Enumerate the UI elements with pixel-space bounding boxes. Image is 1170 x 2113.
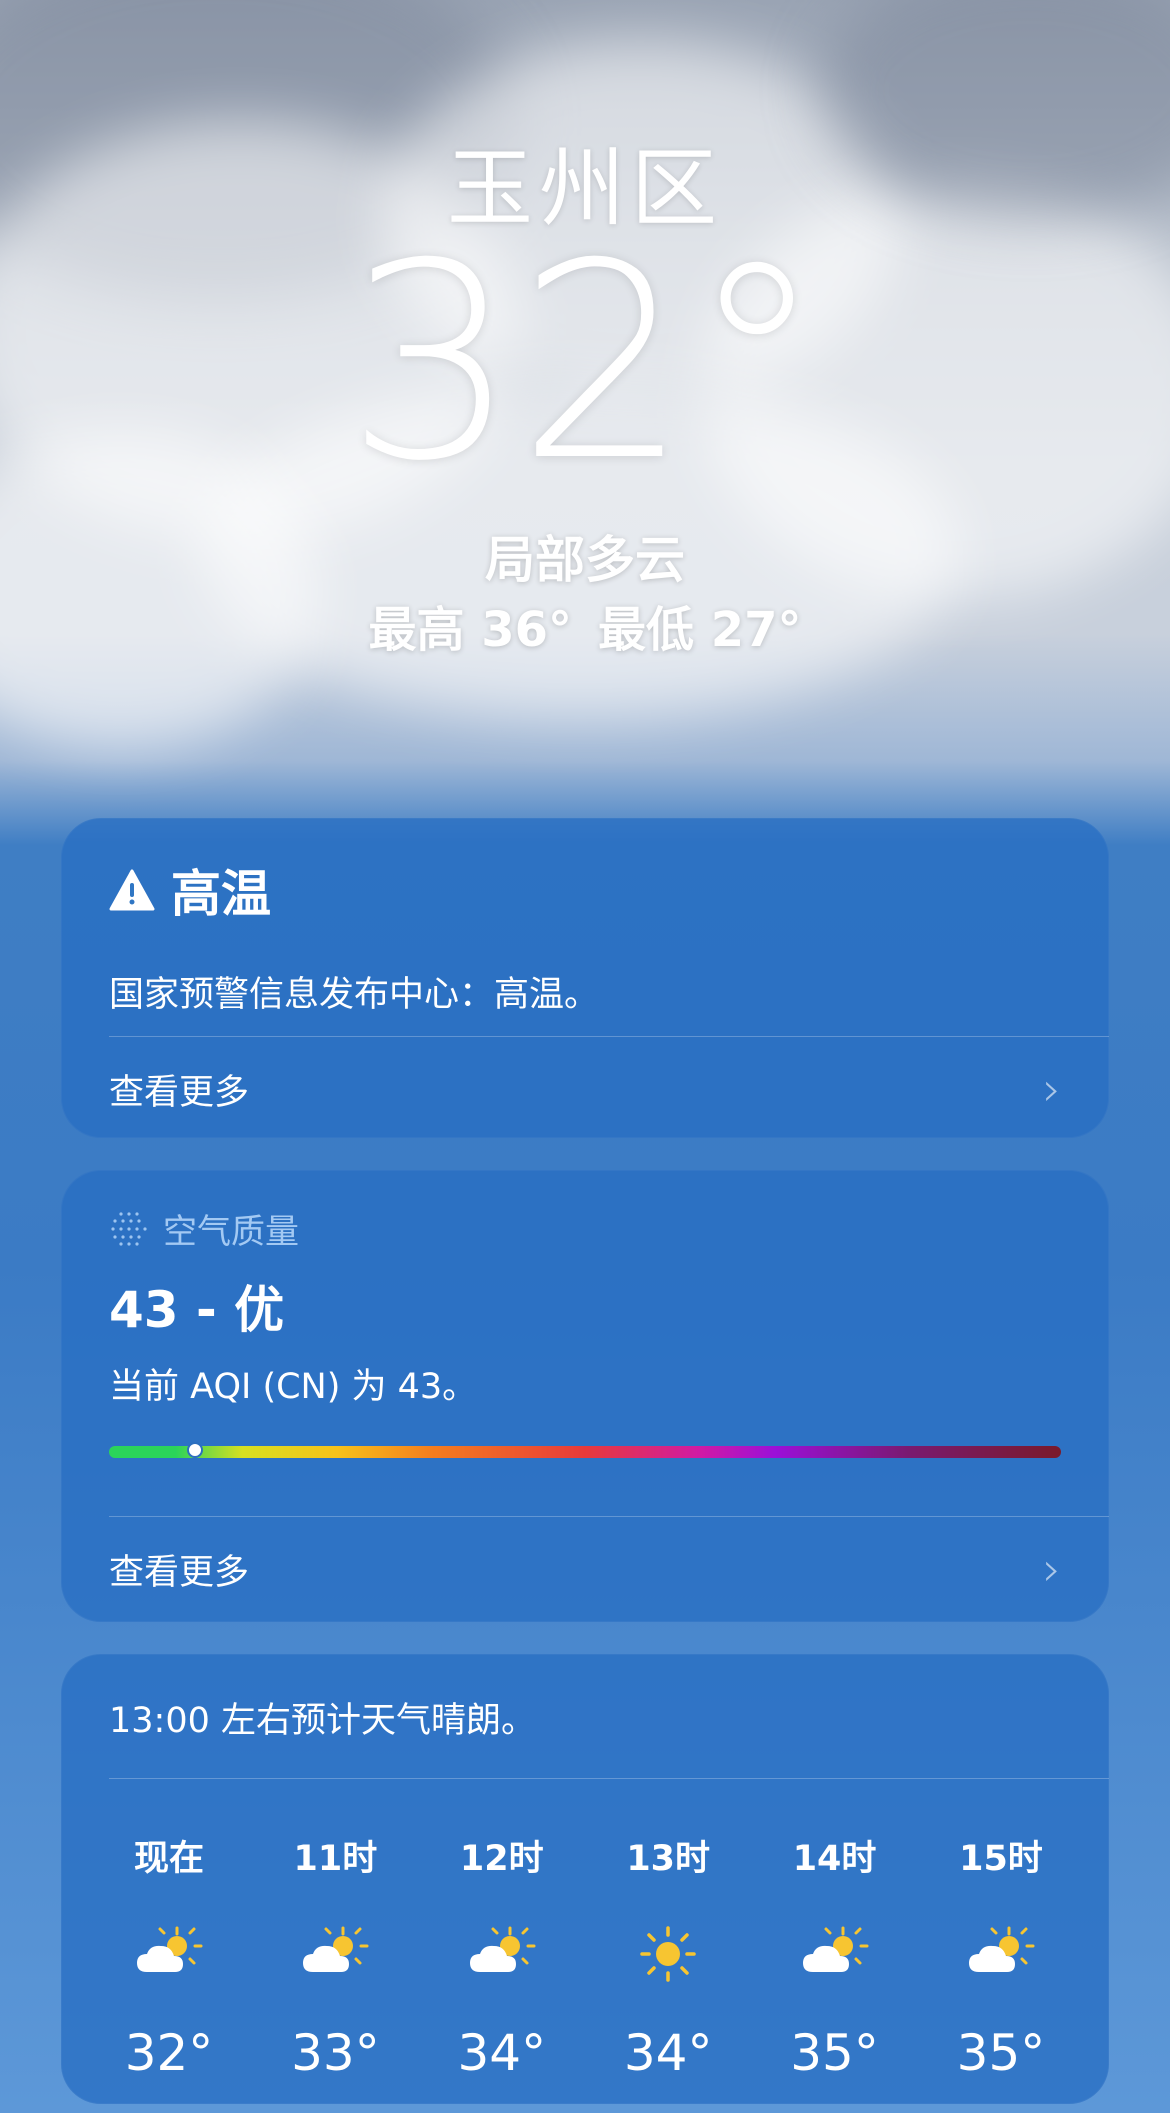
alert-see-more-link[interactable]: 查看更多 › xyxy=(109,1062,1061,1116)
air-quality-card[interactable]: 空气质量 43 - 优 当前 AQI (CN) 为 43。 查看更多 › xyxy=(61,1170,1109,1622)
current-temperature: 32° xyxy=(345,205,825,520)
alert-title: 高温 xyxy=(109,854,271,926)
hourly-item: 15时 35° xyxy=(941,1830,1061,2082)
hour-temperature: 34° xyxy=(457,2024,547,2082)
chevron-right-icon: › xyxy=(1042,1062,1061,1116)
chevron-right-icon: › xyxy=(1042,1542,1061,1596)
partly-cloudy-icon xyxy=(775,1924,895,1984)
sun-icon xyxy=(608,1924,728,1984)
hour-label: 现在 xyxy=(133,1839,204,1879)
see-more-label: 查看更多 xyxy=(109,1552,250,1593)
hour-label: 13时 xyxy=(626,1839,711,1879)
hourly-forecast-card[interactable]: 13:00 左右预计天气晴朗。 现在 32° 11时 33° 12时 34° 13时 34° 1… xyxy=(61,1654,1109,2104)
hourly-item: 12时 34° xyxy=(442,1830,562,2082)
low-temperature: 最低 27° xyxy=(598,602,802,658)
hour-label: 14时 xyxy=(792,1839,877,1879)
partly-cloudy-icon xyxy=(442,1924,562,1984)
hour-temperature: 35° xyxy=(790,2024,879,2082)
air-quality-header: 空气质量 xyxy=(109,1204,299,1253)
hour-label: 11时 xyxy=(293,1839,378,1879)
forecast-summary: 13:00 左右预计天气晴朗。 xyxy=(109,1701,536,1741)
air-quality-dots-icon xyxy=(111,1211,147,1246)
divider xyxy=(109,1516,1109,1517)
partly-cloudy-icon xyxy=(941,1924,1061,1984)
hourly-item: 现在 32° xyxy=(109,1830,229,2082)
aqi-description: 当前 AQI (CN) 为 43。 xyxy=(109,1367,478,1407)
hourly-item: 14时 35° xyxy=(775,1830,895,2082)
alert-description: 国家预警信息发布中心：高温。 xyxy=(109,975,600,1015)
heat-alert-card[interactable]: 高温 国家预警信息发布中心：高温。 查看更多 › xyxy=(61,818,1109,1138)
divider xyxy=(109,1036,1109,1037)
alert-title-text: 高温 xyxy=(171,865,271,923)
see-more-label: 查看更多 xyxy=(109,1072,250,1113)
high-low-temperature: 最高 36° 最低 27° xyxy=(0,590,1170,660)
current-condition: 局部多云 xyxy=(485,531,685,589)
aqi-see-more-link[interactable]: 查看更多 › xyxy=(109,1542,1061,1596)
divider xyxy=(109,1778,1109,1779)
hour-temperature: 35° xyxy=(956,2024,1046,2082)
hour-temperature: 34° xyxy=(623,2024,713,2082)
hour-label: 15时 xyxy=(959,1839,1043,1879)
partly-cloudy-icon xyxy=(275,1924,395,1984)
hourly-list: 现在 32° 11时 33° 12时 34° 13时 34° 14时 35° 15时 35° xyxy=(109,1830,1061,2082)
hour-temperature: 33° xyxy=(291,2024,380,2082)
hourly-item: 11时 33° xyxy=(275,1830,395,2082)
aqi-indicator xyxy=(186,1442,203,1458)
warning-icon xyxy=(109,869,155,911)
aqi-scale-bar xyxy=(109,1446,1061,1458)
high-temperature: 最高 36° xyxy=(368,602,572,658)
aqi-value: 43 - 优 xyxy=(109,1281,285,1339)
air-quality-title: 空气质量 xyxy=(163,1212,299,1252)
partly-cloudy-icon xyxy=(109,1924,229,1984)
hour-label: 12时 xyxy=(459,1839,544,1879)
hour-temperature: 32° xyxy=(124,2024,214,2082)
hourly-item: 13时 34° xyxy=(608,1830,728,2082)
